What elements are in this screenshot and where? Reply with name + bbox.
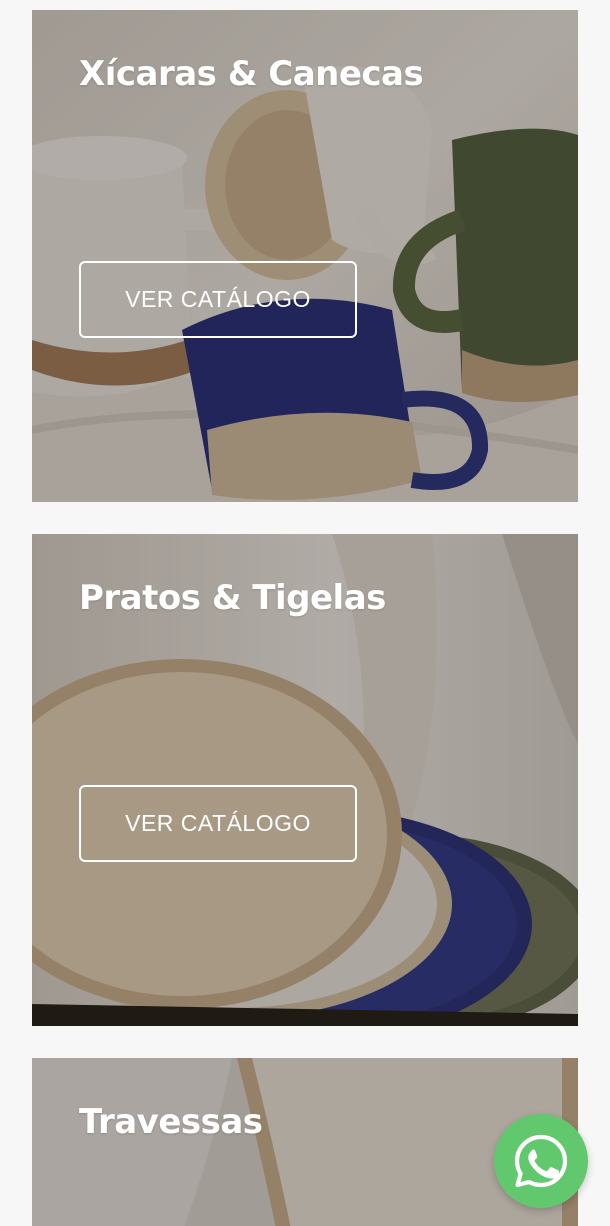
category-title: Xícaras & Canecas [79, 54, 424, 94]
photo-overlay [32, 1058, 578, 1226]
category-card-cups-mugs[interactable]: Xícaras & Canecas VER CATÁLOGO [32, 10, 578, 502]
category-card-plates-bowls[interactable]: Pratos & Tigelas VER CATÁLOGO [32, 534, 578, 1026]
whatsapp-icon [512, 1132, 570, 1190]
category-title: Pratos & Tigelas [79, 578, 386, 618]
category-title: Travessas [79, 1102, 263, 1142]
whatsapp-chat-button[interactable] [494, 1114, 588, 1208]
view-catalog-button[interactable]: VER CATÁLOGO [79, 261, 357, 338]
category-card-platters[interactable]: Travessas [32, 1058, 578, 1226]
view-catalog-button[interactable]: VER CATÁLOGO [79, 785, 357, 862]
